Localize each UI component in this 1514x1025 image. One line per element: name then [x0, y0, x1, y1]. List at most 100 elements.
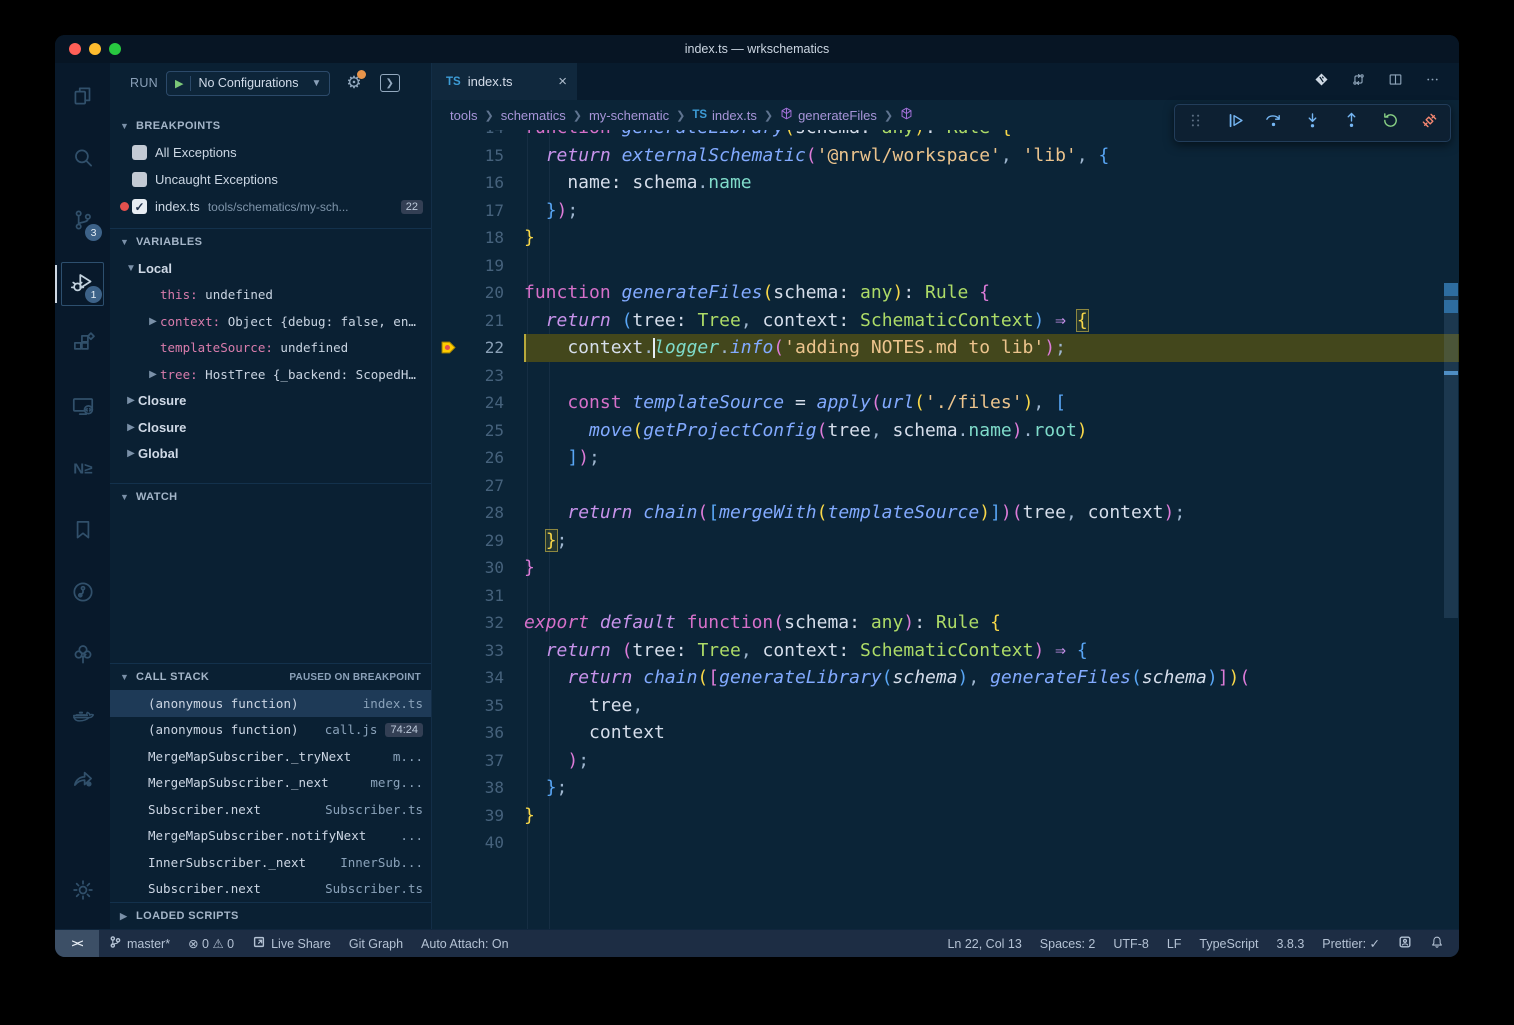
gutter-line-22[interactable]: 22 [432, 334, 524, 362]
line-number[interactable]: 31 [432, 586, 504, 605]
gutter-line-15[interactable]: 15 [432, 142, 524, 170]
breakpoint-checkbox[interactable]: ✓ [132, 199, 147, 214]
compare-changes-icon[interactable] [1350, 71, 1367, 93]
code-line-36[interactable]: 36 context [432, 719, 1459, 747]
call-stack-frame[interactable]: Subscriber.nextSubscriber.ts [110, 876, 431, 903]
gutter-line-26[interactable]: 26 [432, 444, 524, 472]
gitlens-diamond-icon[interactable] [1313, 71, 1330, 93]
code-line-16[interactable]: 16 name: schema.name [432, 169, 1459, 197]
variables-scope-row[interactable]: ▼Local [110, 255, 431, 282]
call-stack-section-header[interactable]: ▼ CALL STACK PAUSED ON BREAKPOINT [110, 663, 431, 690]
code-line-37[interactable]: 37 ); [432, 747, 1459, 775]
code-line-25[interactable]: 25 move(getProjectConfig(tree, schema.na… [432, 417, 1459, 445]
gutter-line-17[interactable]: 17 [432, 197, 524, 225]
call-stack-frame[interactable]: MergeMapSubscriber.notifyNext... [110, 823, 431, 850]
disconnect-icon[interactable] [1419, 110, 1440, 136]
code-line-21[interactable]: 21 return (tree: Tree, context: Schemati… [432, 307, 1459, 335]
line-number[interactable]: 19 [432, 256, 504, 275]
code-text[interactable]: export default function(schema: any): Ru… [524, 609, 1459, 637]
code-line-26[interactable]: 26 ]); [432, 444, 1459, 472]
code-line-27[interactable]: 27 [432, 472, 1459, 500]
split-editor-icon[interactable] [1387, 71, 1404, 93]
code-text[interactable]: const templateSource = apply(url('./file… [524, 389, 1459, 417]
code-line-34[interactable]: 34 return chain([generateLibrary(schema)… [432, 664, 1459, 692]
line-number[interactable]: 18 [432, 228, 504, 247]
code-line-23[interactable]: 23 [432, 362, 1459, 390]
line-number[interactable]: 28 [432, 503, 504, 522]
activity-bar-nx-console[interactable]: N≥ [55, 439, 110, 501]
breakpoint-checkbox[interactable] [132, 145, 147, 160]
activity-bar-extensions[interactable] [55, 315, 110, 377]
code-line-40[interactable]: 40 [432, 829, 1459, 857]
code-text[interactable]: return (tree: Tree, context: SchematicCo… [524, 637, 1459, 665]
gutter-line-19[interactable]: 19 [432, 252, 524, 280]
gutter-line-28[interactable]: 28 [432, 499, 524, 527]
breakpoint-row[interactable]: ✓index.tstools/schematics/my-sch...22 [110, 193, 431, 220]
code-line-24[interactable]: 24 const templateSource = apply(url('./f… [432, 389, 1459, 417]
breadcrumb-item[interactable]: TSindex.ts [692, 108, 757, 123]
line-number[interactable]: 39 [432, 806, 504, 825]
breadcrumb-item[interactable]: tools [450, 108, 477, 123]
code-text[interactable]: } [524, 802, 1459, 830]
code-text[interactable] [524, 362, 1459, 390]
code-line-33[interactable]: 33 return (tree: Tree, context: Schemati… [432, 637, 1459, 665]
gutter-line-40[interactable]: 40 [432, 829, 524, 857]
gutter-line-35[interactable]: 35 [432, 692, 524, 720]
call-stack-frame[interactable]: MergeMapSubscriber._tryNextm... [110, 743, 431, 770]
breadcrumb-item[interactable]: generateFiles [780, 107, 877, 123]
more-actions-icon[interactable] [1424, 71, 1441, 93]
code-text[interactable] [524, 582, 1459, 610]
code-text[interactable]: context.logger.info('adding NOTES.md to … [524, 334, 1459, 362]
line-number[interactable]: 29 [432, 531, 504, 550]
gutter-line-18[interactable]: 18 [432, 224, 524, 252]
activity-bar-share[interactable] [55, 749, 110, 811]
status-item-lf[interactable]: LF [1158, 930, 1191, 957]
line-number[interactable]: 23 [432, 366, 504, 385]
gutter-line-25[interactable]: 25 [432, 417, 524, 445]
activity-bar-bookmarks[interactable] [55, 501, 110, 563]
breadcrumb-item[interactable]: schematics [501, 108, 566, 123]
line-number[interactable]: 26 [432, 448, 504, 467]
code-line-31[interactable]: 31 [432, 582, 1459, 610]
line-number[interactable]: 36 [432, 723, 504, 742]
variable-row[interactable]: templateSource: undefined [110, 335, 431, 362]
code-text[interactable]: return chain([mergeWith(templateSource)]… [524, 499, 1459, 527]
code-text[interactable]: }; [524, 527, 1459, 555]
line-number[interactable]: 25 [432, 421, 504, 440]
status-item--0-0[interactable]: ⊗ 0 ⚠ 0 [179, 930, 243, 957]
line-number[interactable]: 15 [432, 146, 504, 165]
variable-row[interactable]: ▶tree: HostTree {_backend: ScopedH… [110, 361, 431, 388]
close-tab-icon[interactable]: × [558, 73, 567, 90]
remote-indicator[interactable]: >< [55, 930, 99, 957]
status-item-ln-22-col-13[interactable]: Ln 22, Col 13 [938, 930, 1030, 957]
line-number[interactable]: 37 [432, 751, 504, 770]
drag-handle-icon[interactable] [1185, 110, 1206, 136]
line-number[interactable]: 20 [432, 283, 504, 302]
code-text[interactable]: return chain([generateLibrary(schema), g… [524, 664, 1459, 692]
code-line-30[interactable]: 30} [432, 554, 1459, 582]
variables-section-header[interactable]: ▼ VARIABLES [110, 228, 431, 255]
code-text[interactable]: name: schema.name [524, 169, 1459, 197]
gutter-line-37[interactable]: 37 [432, 747, 524, 775]
step-into-icon[interactable] [1302, 110, 1323, 136]
activity-bar-docker[interactable] [55, 687, 110, 749]
code-line-15[interactable]: 15 return externalSchematic('@nrwl/works… [432, 142, 1459, 170]
activity-bar-explorer[interactable] [55, 67, 110, 129]
configure-gear-button[interactable]: ⚙ [346, 73, 361, 93]
code-text[interactable]: } [524, 554, 1459, 582]
line-number[interactable]: 35 [432, 696, 504, 715]
line-number[interactable]: 40 [432, 833, 504, 852]
breadcrumb-item[interactable] [900, 107, 918, 123]
gutter-line-34[interactable]: 34 [432, 664, 524, 692]
code-line-29[interactable]: 29 }; [432, 527, 1459, 555]
line-number[interactable]: 21 [432, 311, 504, 330]
tab-index-ts[interactable]: TS index.ts × [432, 63, 577, 100]
breadcrumb-item[interactable]: my-schematic [589, 108, 669, 123]
start-debug-icon[interactable]: ▶ [175, 77, 183, 90]
launch-configuration-dropdown[interactable]: ▶ No Configurations ▼ [166, 71, 330, 96]
gutter-line-27[interactable]: 27 [432, 472, 524, 500]
activity-bar-search[interactable] [55, 129, 110, 191]
gutter-line-14[interactable]: 14 [432, 130, 524, 142]
step-over-icon[interactable] [1263, 110, 1284, 136]
breakpoint-checkbox[interactable] [132, 172, 147, 187]
